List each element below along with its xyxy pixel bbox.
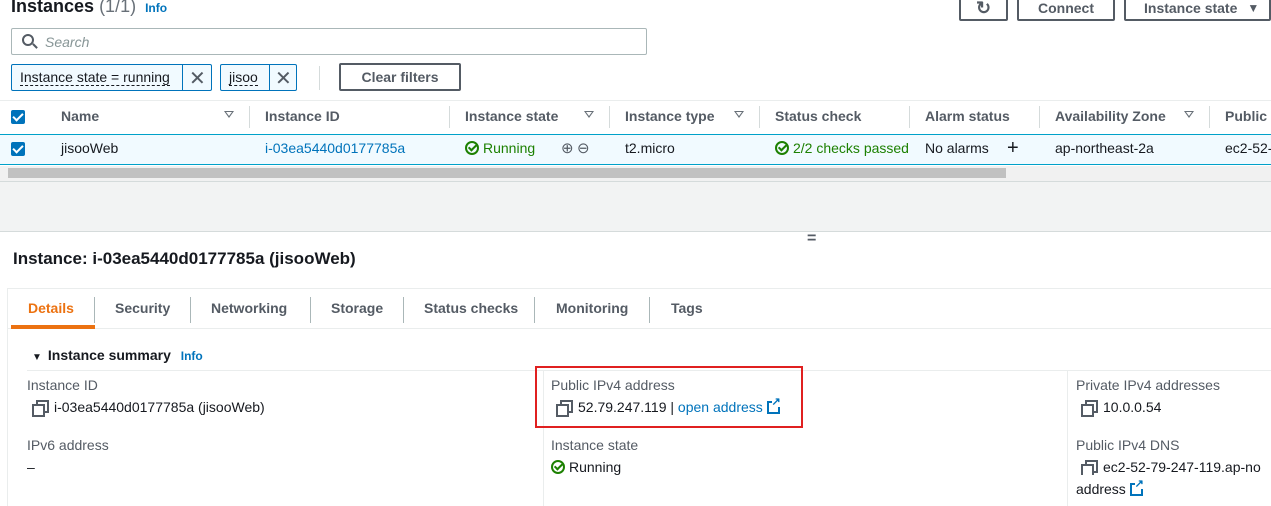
info-link[interactable]: Info: [145, 1, 167, 15]
field-label-private-ipv4: Private IPv4 addresses: [1076, 377, 1220, 393]
cell-instance-type: t2.micro: [625, 140, 675, 156]
refresh-icon: ↻: [975, 0, 992, 18]
zoom-out-icon[interactable]: ⊖: [577, 139, 590, 157]
cell-name: jisooWeb: [61, 140, 119, 156]
search-icon-handle: [32, 43, 38, 49]
success-icon: [775, 141, 789, 155]
search-input[interactable]: Search: [11, 28, 647, 55]
scrollbar-thumb[interactable]: [8, 168, 1006, 178]
column-header-status-check[interactable]: Status check: [775, 108, 861, 126]
close-icon[interactable]: ✕: [275, 66, 292, 91]
open-address-link[interactable]: open address: [678, 397, 781, 415]
page-title: Instances (1/1) Info: [11, 0, 168, 16]
external-link-icon: [1129, 479, 1144, 496]
sort-icon[interactable]: [584, 111, 594, 118]
tab-monitoring[interactable]: Monitoring: [556, 300, 628, 320]
caret-down-icon: ▼: [32, 352, 42, 363]
external-link-icon: [766, 397, 781, 414]
filter-token-label: jisoo: [229, 69, 258, 86]
column-header-instance-type[interactable]: Instance type: [625, 108, 714, 126]
column-header-instance-id[interactable]: Instance ID: [265, 108, 340, 126]
filter-token-name[interactable]: jisoo ✕: [220, 64, 297, 91]
instance-summary-header[interactable]: ▼ Instance summary Info: [32, 347, 203, 363]
tab-details[interactable]: Details: [28, 300, 74, 320]
instance-state-button[interactable]: Instance state ▼: [1124, 0, 1271, 21]
copy-icon[interactable]: [1081, 400, 1098, 417]
refresh-button[interactable]: ↻: [959, 0, 1008, 21]
tab-security[interactable]: Security: [115, 300, 170, 320]
field-value-public-dns: ec2-52-79-247-119.ap-no: [1081, 459, 1271, 475]
select-all-checkbox[interactable]: [11, 110, 25, 124]
filter-token-label: Instance state = running: [20, 69, 170, 86]
cell-alarm-status: No alarms: [925, 140, 989, 156]
column-header-name[interactable]: Name: [61, 108, 99, 126]
cell-availability-zone: ap-northeast-2a: [1055, 140, 1154, 156]
copy-icon[interactable]: [1081, 460, 1098, 475]
field-value-public-ipv4: 52.79.247.119 | open address: [556, 397, 781, 417]
field-value-instance-id: i-03ea5440d0177785a (jisooWeb): [32, 399, 265, 417]
sort-icon[interactable]: [734, 111, 744, 118]
column-header-public[interactable]: Public: [1225, 108, 1267, 126]
add-alarm-icon[interactable]: +: [1007, 137, 1019, 159]
success-icon: [465, 141, 479, 155]
sort-icon[interactable]: [1184, 111, 1194, 118]
instance-id-link[interactable]: i-03ea5440d0177785a: [265, 140, 405, 158]
field-label-public-ipv4: Public IPv4 address: [551, 377, 675, 393]
resize-handle[interactable]: =: [807, 230, 816, 248]
cell-instance-state: Running: [465, 140, 535, 158]
public-dns-open-address-link[interactable]: address: [1076, 479, 1144, 497]
search-placeholder: Search: [45, 34, 90, 50]
field-value-instance-state: Running: [551, 459, 621, 475]
filter-token-state[interactable]: Instance state = running ✕: [11, 64, 212, 91]
field-label-instance-id: Instance ID: [27, 377, 98, 393]
field-label-instance-state: Instance state: [551, 437, 639, 453]
active-tab-indicator: [11, 325, 95, 329]
horizontal-scrollbar[interactable]: [0, 166, 1271, 181]
sort-icon[interactable]: [224, 111, 234, 118]
highlight-box: [535, 366, 803, 428]
column-header-availability-zone[interactable]: Availability Zone: [1055, 108, 1166, 126]
copy-icon[interactable]: [556, 400, 573, 417]
field-label-ipv6: IPv6 address: [27, 437, 109, 453]
close-icon[interactable]: ✕: [189, 66, 206, 91]
success-icon: [551, 460, 565, 474]
copy-icon[interactable]: [32, 400, 49, 417]
field-value-private-ipv4: 10.0.0.54: [1081, 399, 1161, 417]
column-header-instance-state[interactable]: Instance state: [465, 108, 558, 126]
row-checkbox[interactable]: [11, 142, 25, 156]
info-link[interactable]: Info: [181, 349, 203, 363]
cell-public: ec2-52-: [1225, 140, 1271, 156]
caret-down-icon: ▼: [1247, 0, 1260, 15]
field-label-public-dns: Public IPv4 DNS: [1076, 437, 1180, 453]
clear-filters-button[interactable]: Clear filters: [339, 63, 461, 91]
tab-tags[interactable]: Tags: [671, 300, 703, 320]
column-header-alarm-status[interactable]: Alarm status: [925, 108, 1010, 126]
tab-status-checks[interactable]: Status checks: [424, 300, 518, 320]
tab-storage[interactable]: Storage: [331, 300, 383, 320]
connect-button[interactable]: Connect: [1017, 0, 1115, 21]
detail-title: Instance: i-03ea5440d0177785a (jisooWeb): [13, 249, 356, 268]
field-value-ipv6: –: [27, 459, 35, 475]
cell-status-check: 2/2 checks passed: [775, 140, 909, 158]
tab-networking[interactable]: Networking: [211, 300, 287, 320]
zoom-in-icon[interactable]: ⊕: [561, 139, 574, 157]
